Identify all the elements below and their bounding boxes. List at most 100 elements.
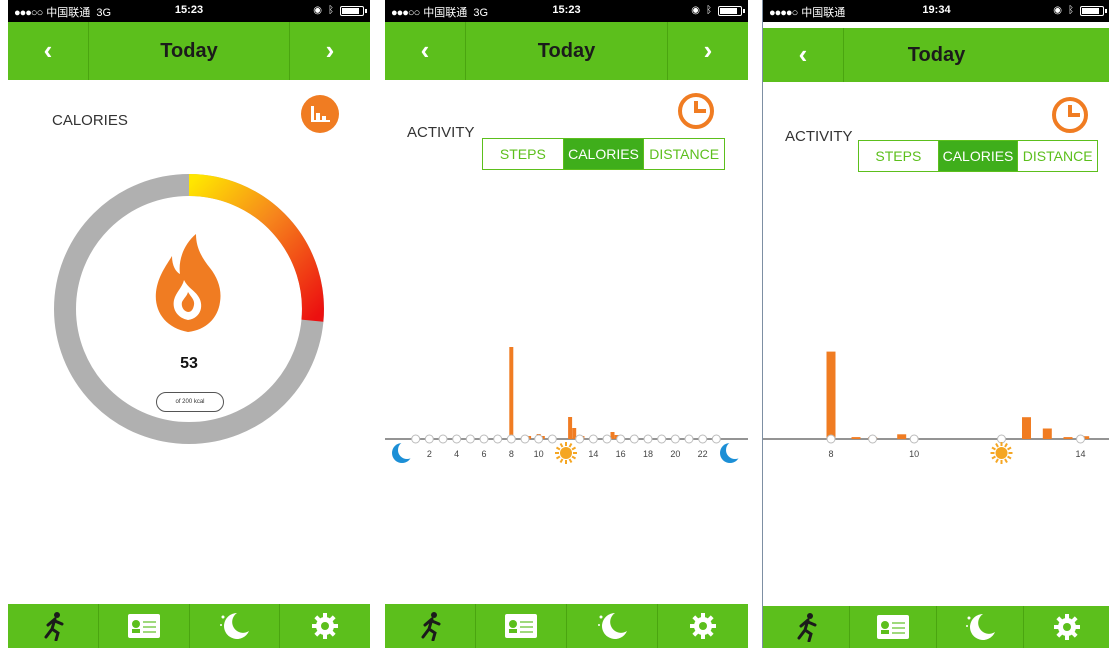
hour-marker: [643, 434, 653, 444]
sun-ray: [1007, 446, 1012, 451]
running-man-icon: [797, 613, 817, 642]
moon-icon: [220, 613, 250, 639]
tab-settings[interactable]: [657, 604, 748, 648]
bar-chart-icon[interactable]: [300, 94, 340, 134]
hour-marker: [616, 434, 626, 444]
lock-rotation-icon: ◉: [1053, 5, 1062, 16]
sun-icon: [555, 442, 577, 464]
lock-rotation-icon: ◉: [691, 5, 700, 16]
hour-marker: [657, 434, 667, 444]
page-title: Today: [907, 44, 966, 66]
moon-icon: [720, 441, 744, 463]
hour-marker: [868, 434, 878, 444]
gear-icon: [690, 613, 716, 639]
sun-ray: [555, 446, 561, 451]
sun-ray: [568, 442, 573, 448]
tab-distance[interactable]: DISTANCE: [1017, 141, 1097, 171]
sun-ray: [991, 446, 996, 451]
id-card-icon: [877, 615, 909, 639]
hour-marker: [547, 434, 557, 444]
tab-bar: [8, 604, 370, 648]
tick-label: 16: [616, 449, 626, 459]
running-man-icon: [421, 612, 441, 641]
calories-value: 53: [180, 355, 198, 372]
sun-ray: [995, 442, 999, 448]
hour-marker: [698, 434, 708, 444]
tab-profile[interactable]: [97, 604, 189, 648]
sun-ray: [559, 442, 564, 448]
calories-chart-day: 246810121416182022: [385, 347, 748, 464]
hour-marker: [465, 434, 475, 444]
activity-label: ACTIVITY: [407, 124, 475, 141]
tick-label: 6: [481, 449, 486, 459]
moon-cutout: [726, 441, 744, 459]
tab-calories[interactable]: CALORIES: [937, 141, 1018, 171]
tab-activity[interactable]: [8, 604, 98, 648]
hour-marker: [520, 434, 530, 444]
next-day-button[interactable]: ›: [667, 22, 748, 80]
activity-screen-day: ●●●○○ 中国联通 3G 15:23 ◉ ᛒ ‹ Today › ACTIVITY…: [385, 0, 748, 648]
clock-icon[interactable]: [677, 92, 715, 130]
tab-steps[interactable]: STEPS: [483, 139, 563, 169]
hour-marker: [411, 434, 421, 444]
metric-segmented-control: STEPS CALORIES DISTANCE: [482, 138, 725, 170]
tab-sleep[interactable]: [188, 604, 280, 648]
bar: [826, 351, 836, 439]
bar: [1042, 428, 1052, 439]
hour-marker: [588, 434, 598, 444]
moon-icon: [598, 613, 627, 639]
tab-settings[interactable]: [1023, 606, 1109, 648]
tab-steps[interactable]: STEPS: [859, 141, 938, 171]
hour-marker: [629, 434, 639, 444]
hour-marker: [711, 434, 721, 444]
tab-sleep[interactable]: [936, 606, 1023, 648]
tab-bar: [763, 606, 1109, 648]
tick-label: 14: [588, 449, 598, 459]
tab-profile[interactable]: [849, 606, 936, 648]
bar: [1063, 437, 1073, 439]
hour-marker: [1076, 434, 1086, 444]
sun-core: [560, 447, 572, 459]
goal-pill[interactable]: of 200 kcal: [156, 392, 224, 412]
battery-icon: [718, 5, 745, 16]
tick-label: 10: [534, 449, 544, 459]
tab-activity[interactable]: [385, 604, 475, 648]
hour-marker: [424, 434, 434, 444]
battery-icon: [340, 5, 367, 16]
sun-ray: [568, 458, 573, 464]
status-bar: ●●●○○ 中国联通 3G 15:23 ◉ ᛒ: [8, 0, 370, 22]
activity-label: ACTIVITY: [785, 128, 853, 145]
tab-distance[interactable]: DISTANCE: [643, 139, 724, 169]
tab-settings[interactable]: [279, 604, 370, 648]
moon-icon: [392, 441, 416, 463]
sun-ray: [1004, 442, 1008, 448]
tick-label: 2: [427, 449, 432, 459]
tab-calories[interactable]: CALORIES: [562, 139, 644, 169]
hour-marker: [506, 434, 516, 444]
bluetooth-icon: ᛒ: [706, 5, 712, 16]
sun-ray: [1004, 458, 1008, 464]
bluetooth-icon: ᛒ: [1068, 5, 1074, 16]
hour-marker: [575, 434, 585, 444]
calories-label: CALORIES: [52, 112, 128, 129]
tick-label: 22: [698, 449, 708, 459]
hour-marker: [438, 434, 448, 444]
navbar: ‹ Today: [763, 28, 1109, 82]
navbar: ‹ Today ›: [8, 22, 370, 80]
bar: [1022, 417, 1031, 439]
clock-icon[interactable]: [1051, 96, 1089, 134]
moon-icon: [966, 614, 995, 640]
activity-screen-zoomed: ●●●●○ 中国联通 19:34 ◉ ᛒ ‹ Today ACTIVITY STEP…: [762, 0, 1109, 648]
tick-label: 18: [643, 449, 653, 459]
sun-core: [995, 447, 1008, 459]
hour-marker: [452, 434, 462, 444]
metric-segmented-control: STEPS CALORIES DISTANCE: [858, 140, 1098, 172]
sun-ray: [1007, 455, 1012, 460]
tab-activity[interactable]: [763, 606, 849, 648]
tab-profile[interactable]: [475, 604, 566, 648]
sun-icon: [990, 442, 1013, 464]
tab-sleep[interactable]: [566, 604, 657, 648]
next-day-button[interactable]: ›: [289, 22, 370, 80]
hour-marker: [534, 434, 544, 444]
hour-marker: [493, 434, 503, 444]
